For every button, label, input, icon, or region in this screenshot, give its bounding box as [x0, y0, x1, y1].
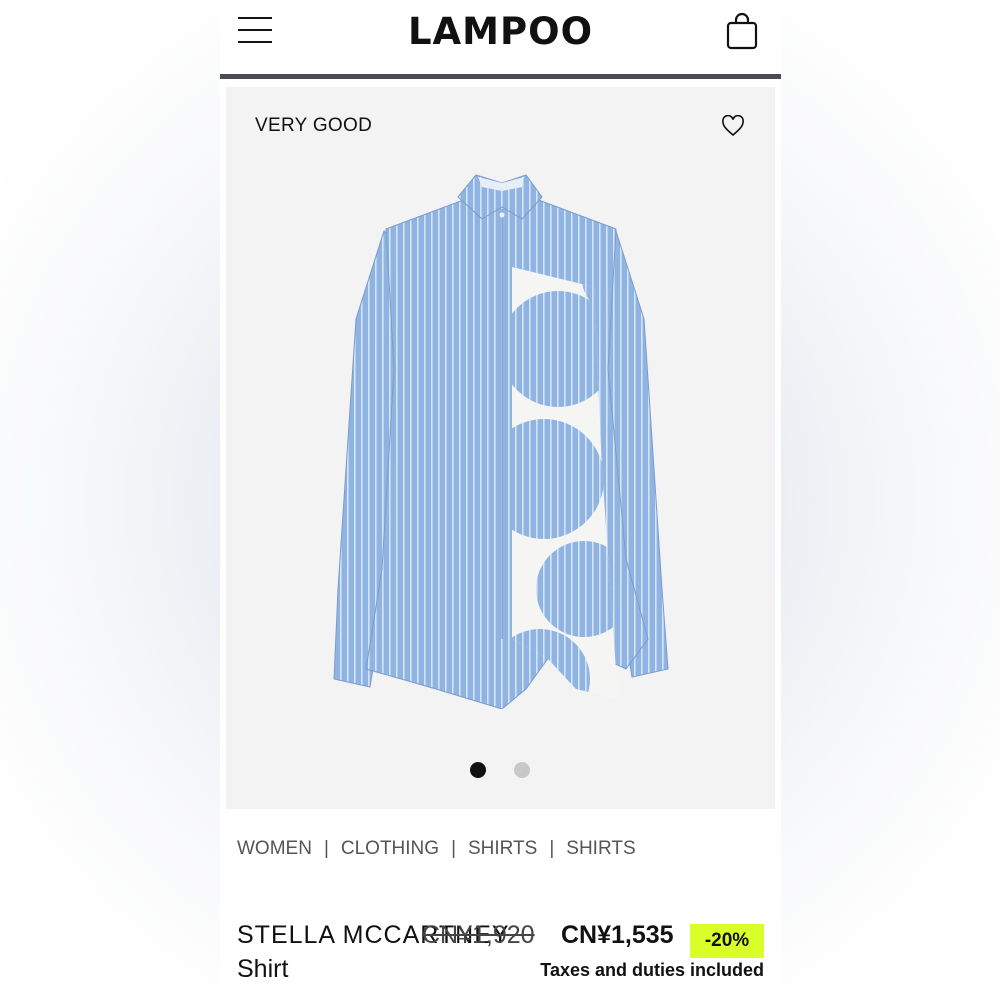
original-price: CN¥1,920: [422, 921, 535, 949]
breadcrumb-clothing[interactable]: CLOTHING: [341, 838, 439, 859]
mobile-page: LAMPOO VERY GOOD WOMEN | CLOTHING | SHIR…: [220, 0, 781, 1000]
product-photo: [333, 174, 669, 709]
image-pagination: [468, 760, 538, 780]
discount-badge: -20%: [690, 924, 764, 958]
site-logo[interactable]: LAMPOO: [220, 10, 781, 53]
breadcrumb-separator: |: [323, 838, 329, 859]
site-header: LAMPOO: [220, 0, 781, 76]
shopping-bag-icon[interactable]: [726, 12, 758, 50]
breadcrumb: WOMEN | CLOTHING | SHIRTS | SHIRTS: [237, 838, 636, 860]
breadcrumb-shirts[interactable]: SHIRTS: [468, 838, 537, 859]
condition-label: VERY GOOD: [255, 115, 373, 136]
breadcrumb-separator: |: [549, 838, 555, 859]
product-image-gallery[interactable]: VERY GOOD: [226, 87, 775, 809]
pagination-dot-2[interactable]: [514, 762, 530, 778]
breadcrumb-women[interactable]: WOMEN: [237, 838, 312, 859]
pagination-dot-1[interactable]: [470, 762, 486, 778]
heart-outline-icon[interactable]: [721, 115, 745, 137]
product-type: Shirt: [237, 955, 289, 983]
breadcrumb-separator: |: [451, 838, 456, 859]
header-divider: [220, 74, 781, 79]
sale-price: CN¥1,535: [561, 921, 674, 949]
tax-note: Taxes and duties included: [540, 960, 764, 980]
breadcrumb-shirts-sub[interactable]: SHIRTS: [566, 838, 635, 859]
